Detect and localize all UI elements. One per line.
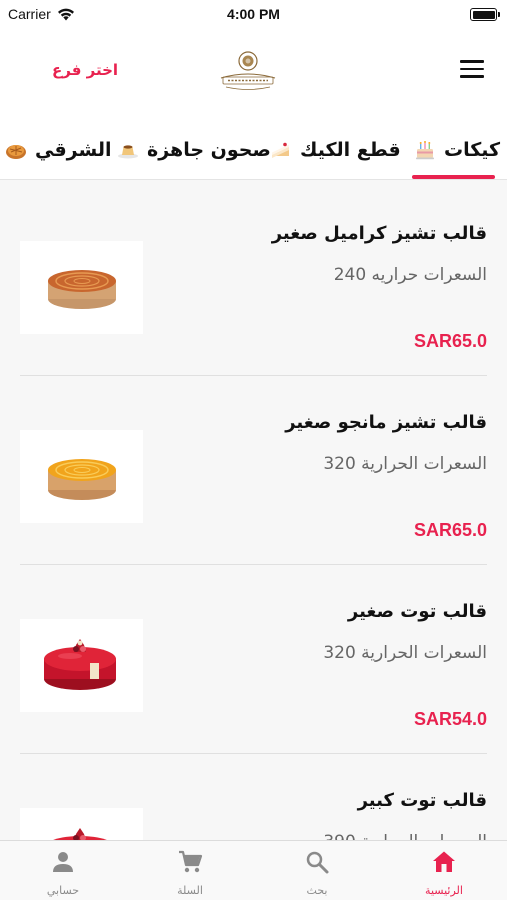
- status-bar: Carrier 4:00 PM: [0, 0, 507, 30]
- nav-home[interactable]: الرئيسية: [381, 841, 507, 900]
- product-item[interactable]: قالب تشيز كراميل صغير السعرات حراريه 240…: [0, 181, 507, 376]
- clock: 4:00 PM: [227, 6, 280, 22]
- cart-icon: [179, 850, 203, 873]
- nav-search[interactable]: بحث: [254, 841, 380, 900]
- product-calories: السعرات الحرارية 320: [323, 454, 487, 474]
- product-image: [20, 619, 143, 712]
- product-price: SAR54.0: [413, 709, 487, 729]
- tab-oriental[interactable]: الشرقي: [5, 135, 111, 165]
- brand-logo: [220, 51, 276, 90]
- nav-cart[interactable]: السلة: [127, 841, 253, 900]
- nav-label: الرئيسية: [425, 884, 463, 897]
- product-price: SAR65.0: [413, 520, 487, 540]
- tab-label: قطع الكيك: [300, 139, 401, 161]
- tab-label: كيكات: [444, 139, 501, 161]
- pie-icon: [6, 145, 26, 159]
- product-item[interactable]: قالب توت صغير السعرات الحرارية 320 SAR54…: [0, 559, 507, 754]
- nav-label: حسابي: [46, 884, 80, 897]
- product-name: قالب تشيز كراميل صغير: [271, 223, 487, 244]
- nav-label: السلة: [177, 884, 203, 897]
- selected-tab-indicator: [412, 175, 495, 179]
- product-name: قالب توت كبير: [357, 790, 487, 811]
- pudding-plate-icon: [118, 145, 138, 159]
- choose-branch-button[interactable]: اختر فرع: [52, 61, 118, 79]
- product-item[interactable]: قالب توت كبير السعرات الحرارية 390: [0, 748, 507, 840]
- search-icon: [306, 851, 329, 874]
- nav-label: بحث: [306, 884, 328, 897]
- product-image: [20, 808, 143, 840]
- tab-cake-slices[interactable]: قطع الكيك: [270, 135, 401, 165]
- product-list: قالب تشيز كراميل صغير السعرات حراريه 240…: [0, 181, 507, 840]
- product-name: قالب تشيز مانجو صغير: [285, 412, 487, 433]
- bottom-navigation: حسابي السلة بحث الرئيسية: [0, 840, 507, 900]
- product-calories: السعرات الحرارية 320: [323, 643, 487, 663]
- product-item[interactable]: قالب تشيز مانجو صغير السعرات الحرارية 32…: [0, 370, 507, 565]
- app-header: اختر فرع: [0, 30, 507, 115]
- product-name: قالب توت صغير: [347, 601, 487, 622]
- product-calories: السعرات الحرارية 390: [323, 832, 487, 840]
- person-icon: [53, 852, 73, 872]
- hamburger-menu-icon[interactable]: [460, 60, 484, 80]
- birthday-cake-icon: [416, 141, 434, 160]
- product-calories: السعرات حراريه 240: [333, 265, 487, 285]
- product-price: SAR65.0: [413, 331, 487, 351]
- tab-cakes[interactable]: كيكات: [414, 135, 500, 165]
- tab-label: الشرقي: [35, 139, 112, 161]
- home-icon: [433, 851, 455, 872]
- battery-icon: [470, 8, 500, 21]
- product-image: [20, 430, 143, 523]
- cake-slice-icon: [272, 142, 289, 158]
- tab-label: صحون جاهزة: [147, 139, 271, 161]
- nav-account[interactable]: حسابي: [0, 841, 126, 900]
- category-tabs: كيكات قطع الكيك صحون جاهزة الشرقي: [0, 115, 507, 180]
- tab-ready-plates[interactable]: صحون جاهزة: [117, 135, 271, 165]
- product-image: [20, 241, 143, 334]
